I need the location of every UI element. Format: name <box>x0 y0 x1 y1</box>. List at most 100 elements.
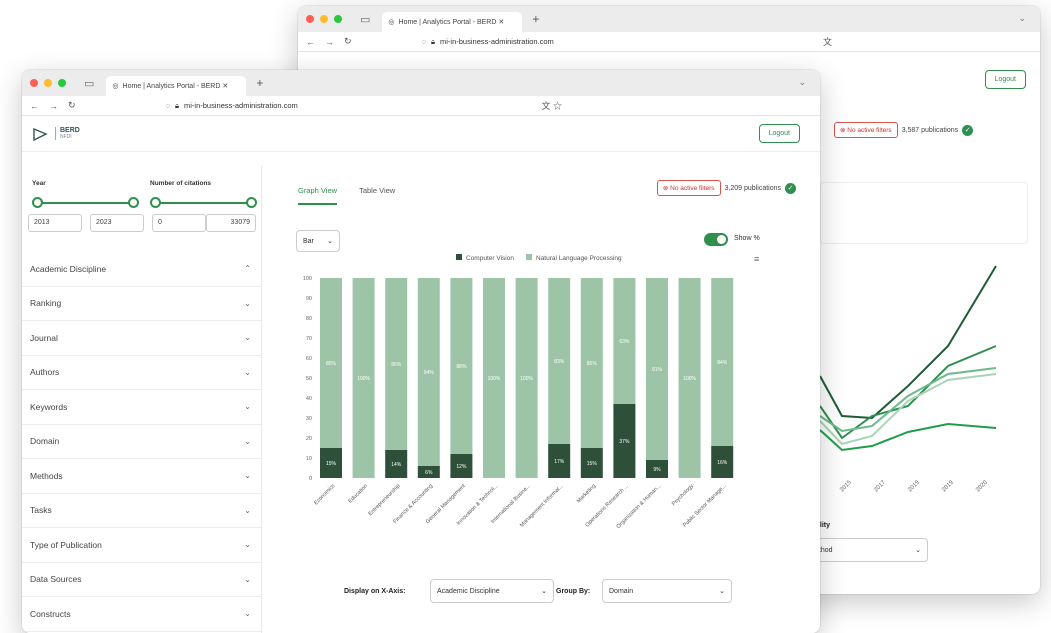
logout-button[interactable]: Logout <box>984 70 1026 89</box>
facet-authors[interactable]: Authors ⌄ <box>22 356 261 390</box>
status-bar: ⊗ No active filters 3,209 publications ✓ <box>656 180 796 196</box>
citations-slider-track[interactable] <box>156 202 250 204</box>
year-min-handle[interactable] <box>32 197 43 208</box>
close-window-icon[interactable] <box>30 79 38 87</box>
data-label: 86% <box>391 362 402 368</box>
line-series-5 <box>820 422 997 452</box>
facet-academic-discipline[interactable]: Academic Discipline ⌃ <box>22 252 261 287</box>
facet-data-sources[interactable]: Data Sources ⌄ <box>22 563 261 597</box>
brand-logo[interactable]: BERD NFDI <box>32 125 80 143</box>
url-text: mi-in-business-administration.com <box>440 37 554 46</box>
facet-label: Methods <box>30 470 63 481</box>
chevron-down-icon: ⌄ <box>244 333 251 343</box>
year-to-input[interactable]: 2023 <box>90 214 144 232</box>
close-window-icon[interactable] <box>306 15 314 23</box>
data-label: 12% <box>456 464 467 470</box>
chevron-down-icon: ⌄ <box>327 238 333 245</box>
url-text: mi-in-business-administration.com <box>184 101 298 110</box>
y-tick-label: 10 <box>306 456 312 462</box>
facet-label: Type of Publication <box>30 539 102 550</box>
y-tick-label: 70 <box>306 336 312 342</box>
year-max-handle[interactable] <box>128 197 139 208</box>
logout-button[interactable]: Logout <box>758 124 800 143</box>
y-tick-label: 100 <box>303 276 312 282</box>
facet-type-of-publication[interactable]: Type of Publication ⌄ <box>22 528 261 563</box>
zoom-window-icon[interactable] <box>58 79 66 87</box>
citations-to-input[interactable]: 33079 <box>206 214 256 232</box>
facet-journal[interactable]: Journal ⌄ <box>22 321 261 356</box>
tab-graph-view[interactable]: Graph View <box>298 186 338 205</box>
facet-label: Ranking <box>30 298 62 309</box>
translate-icon[interactable]: 文 ☆ <box>541 99 562 112</box>
info-card <box>820 182 1028 244</box>
chevron-down-icon: ⌄ <box>244 367 251 377</box>
method-select[interactable]: ethod ⌄ <box>808 538 928 562</box>
sidebar-toggle-icon[interactable]: ▭ <box>84 77 94 90</box>
chevron-down-icon: ⌄ <box>244 609 251 619</box>
legend-label: Computer Vision <box>466 255 514 262</box>
citations-from-input[interactable]: 0 <box>152 214 206 232</box>
chevron-down-icon: ⌄ <box>244 540 251 550</box>
browser-tab[interactable]: ◎ Home | Analytics Portal - BERD ✕ <box>382 12 523 32</box>
x-axis-select-label: Display on X-Axis: <box>344 588 406 595</box>
no-active-filters-badge[interactable]: ⊗ No active filters <box>656 180 721 196</box>
group-by-select[interactable]: Domain ⌄ <box>602 579 732 603</box>
facet-label: Authors <box>30 367 60 378</box>
sidebar-toggle-icon[interactable]: ▭ <box>360 13 370 26</box>
tab-table-view[interactable]: Table View <box>359 186 395 205</box>
y-axis: 0 10 20 30 40 50 60 70 80 90 100 <box>303 276 312 482</box>
publication-count: 3,587 publications <box>901 126 959 134</box>
show-percent-toggle[interactable] <box>704 233 728 246</box>
data-label: 17% <box>554 459 565 465</box>
back-arrow-icon[interactable]: ← <box>30 101 39 111</box>
back-arrow-icon[interactable]: ← <box>306 37 315 47</box>
chevron-down-icon[interactable]: ⌄ <box>798 77 806 88</box>
y-tick-label: 20 <box>306 436 312 442</box>
facet-ranking[interactable]: Ranking ⌄ <box>22 287 261 321</box>
line-chart: 2015 2017 2019 2019 2020 <box>820 265 997 493</box>
tab-title: Home | Analytics Portal - BERD ✕ <box>398 19 505 26</box>
x-axis-select[interactable]: Academic Discipline ⌄ <box>430 579 554 603</box>
y-tick-label: 40 <box>306 396 312 402</box>
range-filters: Year 2013 2023 Number of citations 0 330… <box>22 166 261 252</box>
address-bar: ← → ↻ ◌ 🔒︎ mi-in-business-administration… <box>298 32 1040 52</box>
facet-methods[interactable]: Methods ⌄ <box>22 459 261 494</box>
facet-domain[interactable]: Domain ⌄ <box>22 425 261 459</box>
facet-keywords[interactable]: Keywords ⌄ <box>22 390 261 425</box>
new-tab-icon[interactable]: + <box>532 12 539 26</box>
citations-min-handle[interactable] <box>150 197 161 208</box>
year-from-input[interactable]: 2013 <box>28 214 82 232</box>
url-field[interactable]: ◌ 🔒︎ mi-in-business-administration.com <box>422 37 554 47</box>
zoom-window-icon[interactable] <box>334 15 342 23</box>
url-field[interactable]: ◌ 🔒︎ mi-in-business-administration.com <box>166 101 298 111</box>
facet-constructs[interactable]: Constructs ⌄ <box>22 597 261 632</box>
reload-icon[interactable]: ↻ <box>344 36 352 47</box>
chevron-down-icon: ⌄ <box>244 436 251 446</box>
minimize-window-icon[interactable] <box>44 79 52 87</box>
forward-arrow-icon[interactable]: → <box>49 101 58 111</box>
translate-icon[interactable]: 文 <box>823 35 832 48</box>
no-active-filters-badge[interactable]: ⊗ No active filters <box>834 122 898 138</box>
data-label: 100% <box>683 376 696 382</box>
citations-max-handle[interactable] <box>246 197 257 208</box>
minimize-window-icon[interactable] <box>320 15 328 23</box>
forward-arrow-icon[interactable]: → <box>325 37 334 47</box>
year-slider-track[interactable] <box>38 202 132 204</box>
reload-icon[interactable]: ↻ <box>68 100 76 111</box>
data-label: 14% <box>391 462 402 468</box>
x-axis-select-value: Academic Discipline <box>437 587 500 595</box>
stacked-bar-chart: Computer Vision Natural Language Processi… <box>303 254 734 530</box>
chevron-down-icon: ⌄ <box>719 588 725 595</box>
line-series-2 <box>820 345 997 440</box>
facet-label: Domain <box>30 436 60 447</box>
data-label: 100% <box>488 376 501 382</box>
address-bar: ← → ↻ ◌ 🔒︎ mi-in-business-administration… <box>22 96 820 116</box>
chevron-down-icon[interactable]: ⌄ <box>1018 13 1026 24</box>
facet-label: Data Sources <box>30 574 82 585</box>
browser-tab[interactable]: ◎ Home | Analytics Portal - BERD ✕ <box>106 76 247 96</box>
titlebar: ▭ ◎ Home | Analytics Portal - BERD ✕ + ⌄ <box>298 6 1040 32</box>
new-tab-icon[interactable]: + <box>256 76 263 90</box>
facet-label: Academic Discipline <box>30 263 107 274</box>
x-tick-label: Psychology <box>671 483 695 507</box>
facet-tasks[interactable]: Tasks ⌄ <box>22 494 261 528</box>
